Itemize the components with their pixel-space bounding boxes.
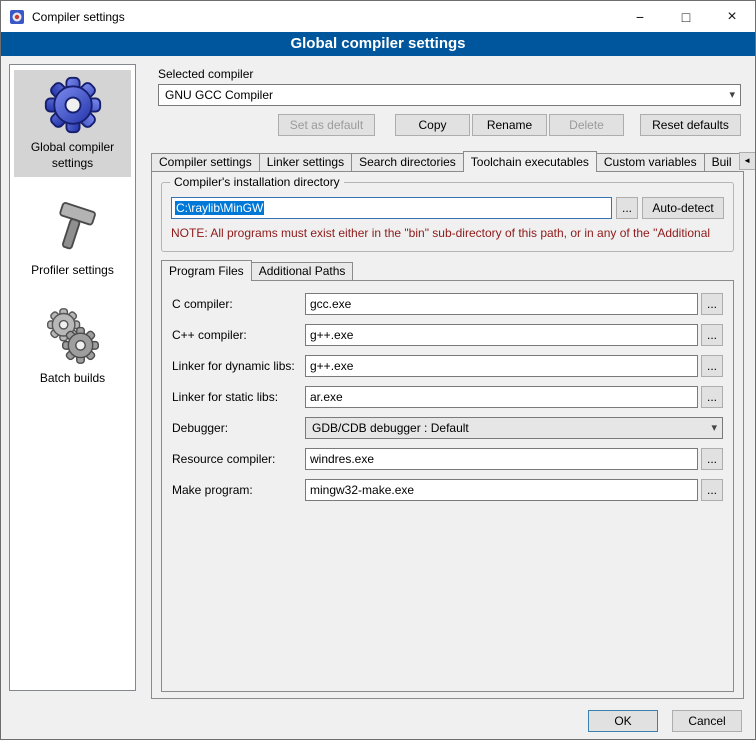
tab-custom-variables[interactable]: Custom variables	[596, 153, 705, 171]
tab-build-truncated[interactable]: Buil	[704, 153, 739, 171]
make-program-input[interactable]	[305, 479, 698, 501]
sidebar-item-label: Profiler settings	[16, 263, 129, 279]
chevron-down-icon: ▾	[729, 88, 735, 101]
field-row-c-compiler: C compiler: ...	[172, 293, 723, 315]
chevron-down-icon: ▾	[711, 421, 717, 434]
main-panel: Selected compiler GNU GCC Compiler ▾ Set…	[146, 64, 749, 701]
field-row-linker-dynamic: Linker for dynamic libs: ...	[172, 355, 723, 377]
linker-dynamic-label: Linker for dynamic libs:	[172, 359, 305, 373]
installation-directory-group: Compiler's installation directory C:\ray…	[161, 182, 734, 252]
field-row-cpp-compiler: C++ compiler: ...	[172, 324, 723, 346]
resource-compiler-label: Resource compiler:	[172, 452, 305, 466]
sidebar-item-batch-builds[interactable]: Batch builds	[14, 301, 131, 393]
program-files-panel: C compiler: ... C++ compiler: ... Linker…	[161, 280, 734, 692]
toolchain-executables-panel: Compiler's installation directory C:\ray…	[151, 171, 744, 699]
linker-static-input[interactable]	[305, 386, 698, 408]
install-dir-selected-text: C:\raylib\MinGW	[175, 201, 264, 215]
reset-defaults-button[interactable]: Reset defaults	[640, 114, 741, 136]
minimize-button[interactable]: −	[617, 1, 663, 32]
tab-compiler-settings[interactable]: Compiler settings	[151, 153, 260, 171]
hammer-icon	[43, 198, 103, 258]
cancel-button[interactable]: Cancel	[672, 710, 742, 732]
program-tabstrip: Program Files Additional Paths	[161, 260, 353, 280]
install-dir-input[interactable]: C:\raylib\MinGW	[171, 197, 612, 219]
window-controls: − □ ×	[617, 1, 755, 32]
titlebar[interactable]: Compiler settings − □ ×	[1, 1, 755, 32]
selected-compiler-value: GNU GCC Compiler	[165, 88, 273, 102]
install-dir-note: NOTE: All programs must exist either in …	[171, 226, 731, 240]
page-title: Global compiler settings	[1, 32, 755, 56]
c-compiler-browse-button[interactable]: ...	[701, 293, 723, 315]
installation-directory-row: C:\raylib\MinGW ... Auto-detect	[171, 197, 724, 219]
maximize-button[interactable]: □	[663, 1, 709, 32]
debugger-dropdown[interactable]: GDB/CDB debugger : Default ▾	[305, 417, 723, 439]
cpp-compiler-browse-button[interactable]: ...	[701, 324, 723, 346]
resource-compiler-browse-button[interactable]: ...	[701, 448, 723, 470]
selected-compiler-label: Selected compiler	[158, 67, 253, 81]
field-row-resource-compiler: Resource compiler: ...	[172, 448, 723, 470]
c-compiler-label: C compiler:	[172, 297, 305, 311]
cpp-compiler-input[interactable]	[305, 324, 698, 346]
sidebar-item-label: Global compiler settings	[16, 140, 129, 171]
tab-toolchain-executables[interactable]: Toolchain executables	[463, 151, 597, 172]
close-button[interactable]: ×	[709, 1, 755, 32]
copy-button[interactable]: Copy	[395, 114, 470, 136]
resource-compiler-input[interactable]	[305, 448, 698, 470]
auto-detect-button[interactable]: Auto-detect	[642, 197, 724, 219]
gear-blue-icon	[43, 75, 103, 135]
settings-tabstrip: Compiler settings Linker settings Search…	[151, 151, 744, 171]
tab-linker-settings[interactable]: Linker settings	[259, 153, 352, 171]
selected-compiler-dropdown[interactable]: GNU GCC Compiler ▾	[158, 84, 741, 106]
settings-category-list: Global compiler settings Profiler settin…	[9, 64, 136, 691]
linker-static-label: Linker for static libs:	[172, 390, 305, 404]
tab-scroll-left-icon[interactable]: ◄	[739, 152, 756, 170]
make-program-browse-button[interactable]: ...	[701, 479, 723, 501]
sidebar-item-global-compiler-settings[interactable]: Global compiler settings	[14, 70, 131, 177]
cpp-compiler-label: C++ compiler:	[172, 328, 305, 342]
installation-directory-group-title: Compiler's installation directory	[170, 175, 344, 189]
debugger-label: Debugger:	[172, 421, 305, 435]
window-title: Compiler settings	[32, 10, 125, 24]
delete-button[interactable]: Delete	[549, 114, 624, 136]
field-row-linker-static: Linker for static libs: ...	[172, 386, 723, 408]
install-dir-browse-button[interactable]: ...	[616, 197, 638, 219]
compiler-settings-dialog: Compiler settings − □ × Global compiler …	[0, 0, 756, 740]
rename-button[interactable]: Rename	[472, 114, 547, 136]
linker-static-browse-button[interactable]: ...	[701, 386, 723, 408]
tab-additional-paths[interactable]: Additional Paths	[251, 262, 354, 280]
sidebar-item-profiler-settings[interactable]: Profiler settings	[14, 193, 131, 285]
ok-button[interactable]: OK	[588, 710, 658, 732]
field-row-debugger: Debugger: GDB/CDB debugger : Default ▾	[172, 417, 723, 439]
app-icon	[9, 9, 25, 25]
set-as-default-button[interactable]: Set as default	[278, 114, 375, 136]
make-program-label: Make program:	[172, 483, 305, 497]
gears-gray-icon	[43, 306, 103, 366]
c-compiler-input[interactable]	[305, 293, 698, 315]
linker-dynamic-input[interactable]	[305, 355, 698, 377]
tab-search-directories[interactable]: Search directories	[351, 153, 464, 171]
field-row-make-program: Make program: ...	[172, 479, 723, 501]
tab-scroll-controls: ◄ ►	[739, 152, 756, 170]
linker-dynamic-browse-button[interactable]: ...	[701, 355, 723, 377]
tab-program-files[interactable]: Program Files	[161, 260, 252, 281]
sidebar-item-label: Batch builds	[16, 371, 129, 387]
debugger-value: GDB/CDB debugger : Default	[312, 421, 469, 435]
